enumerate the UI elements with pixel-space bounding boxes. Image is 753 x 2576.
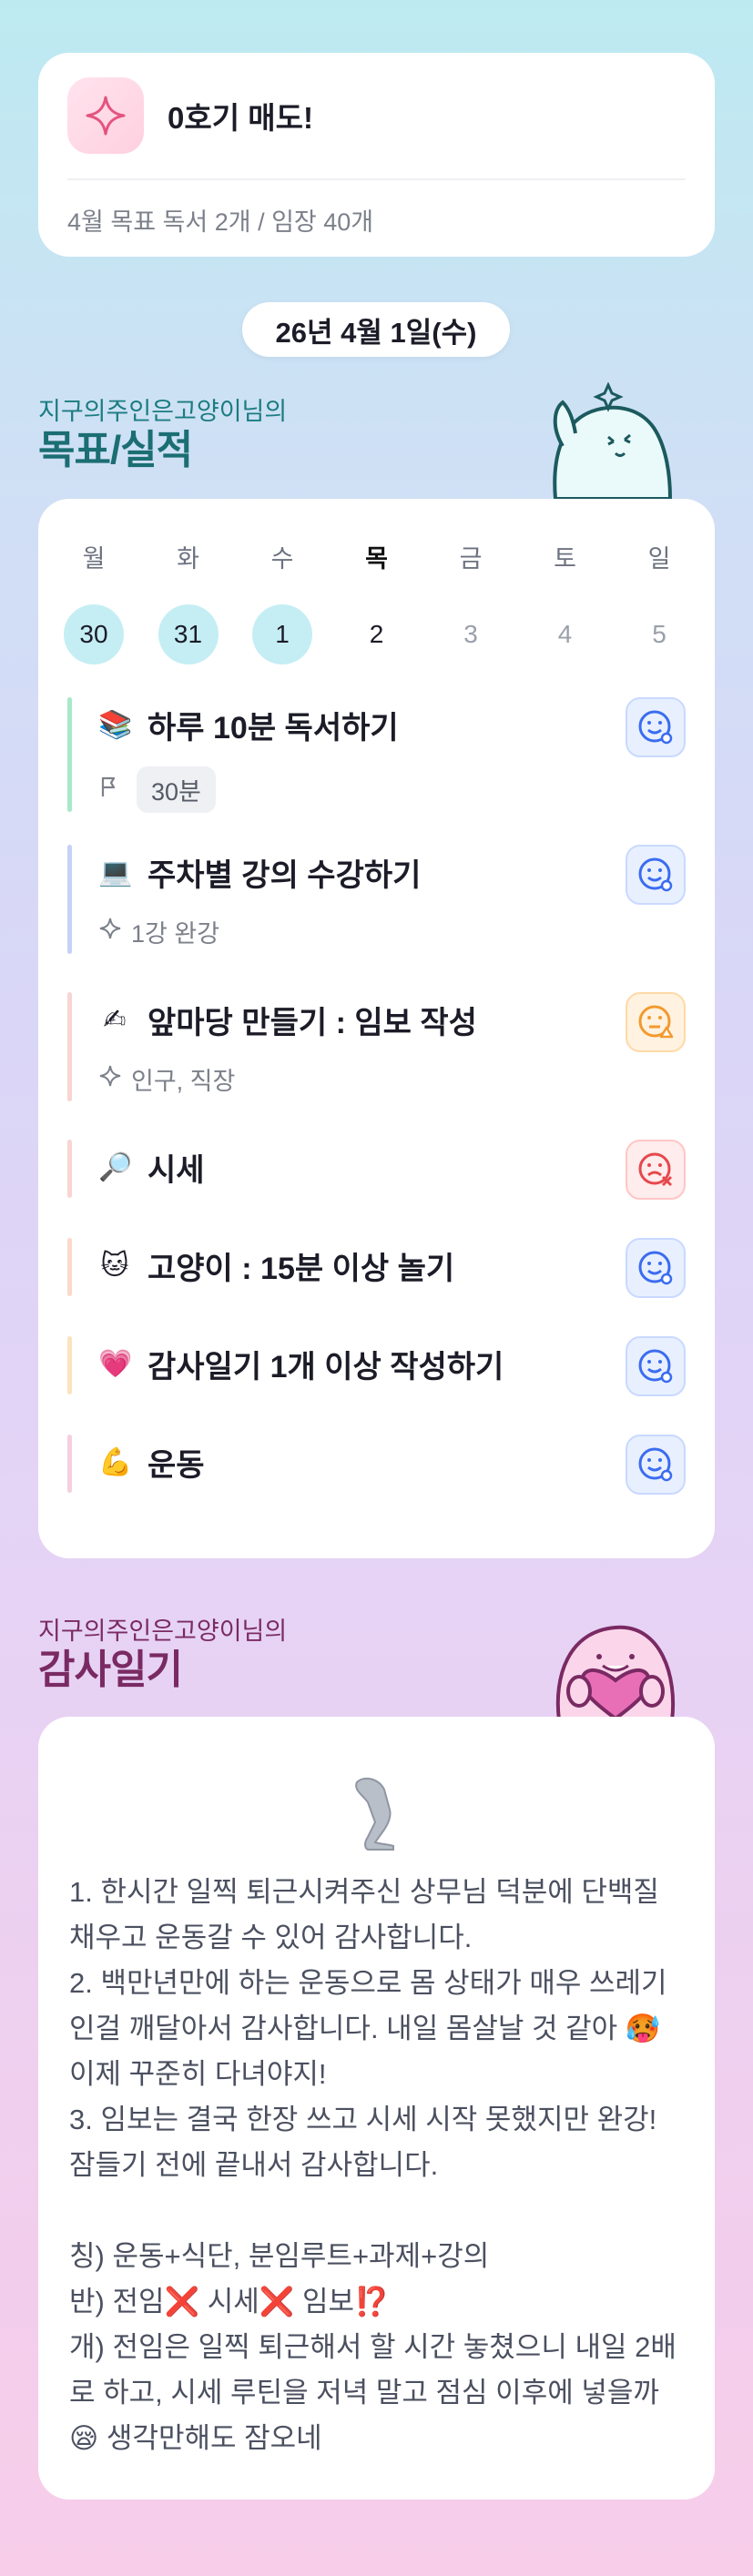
day-name: 화: [177, 545, 199, 573]
books-icon: 📚: [98, 709, 133, 740]
habit-item-cat[interactable]: 🐱 고양이 : 15분 이상 놀기: [67, 1238, 686, 1298]
habit-title-row: 💗 감사일기 1개 이상 작성하기: [98, 1336, 504, 1391]
habit-note: 인구, 직장: [131, 1068, 236, 1095]
cat-icon: 🐱: [100, 1250, 129, 1281]
gratitude-card[interactable]: 1. 한시간 일찍 퇴근시켜주신 상무님 덕분에 단백질 채우고 운동갈 수 있…: [38, 1717, 715, 2500]
habit-title-row: 🔎 시세: [98, 1140, 205, 1194]
habit-meta: 1강 완강: [98, 914, 219, 949]
habits-card: 월 30 화 31 수1 목2 금3 토4 일5 📚 하루 10분 독서하기 30분 …: [38, 499, 715, 1558]
day-name: 금: [459, 545, 483, 573]
habit-title-row: 🐱 고양이 : 15분 이상 놀기: [98, 1238, 454, 1293]
heart-icon: 💗: [98, 1348, 133, 1379]
habit-title: 시세: [148, 1152, 205, 1188]
habit-title: 고양이 : 15분 이상 놀기: [148, 1251, 455, 1286]
flag-icon: [98, 775, 122, 805]
sparkle-icon: [67, 77, 144, 154]
leg-icon: [348, 1770, 412, 1856]
day-sat[interactable]: 토4: [535, 541, 595, 664]
habit-target-chip: 30분: [137, 766, 216, 813]
day-tue[interactable]: 화 31: [158, 541, 219, 664]
habit-title-row: ✍ 앞마당 만들기 : 임보 작성: [98, 992, 477, 1047]
habit-color-bar: [67, 1238, 72, 1296]
day-number: 1: [252, 604, 312, 664]
heart-mascot-icon: [543, 1604, 688, 1727]
habits-section-title: 목표/실적: [38, 428, 193, 472]
gratitude-section-title: 감사일기: [38, 1648, 183, 1692]
magnifier-icon: 🔎: [98, 1151, 133, 1182]
date-selector[interactable]: 26년 4월 1일(수): [242, 302, 510, 357]
habit-title-row: 📚 하루 10분 독서하기: [98, 697, 399, 752]
habit-meta: 인구, 직장: [98, 1061, 235, 1097]
day-number: 4: [557, 620, 573, 648]
goal-subtitle: 4월 목표 독서 2개 / 임장 40개: [67, 208, 374, 236]
monthly-goal-card[interactable]: 0호기 매도! 4월 목표 독서 2개 / 임장 40개: [38, 53, 715, 257]
habit-title: 운동: [148, 1447, 205, 1483]
day-sun[interactable]: 일5: [629, 541, 689, 664]
status-warning-icon[interactable]: [626, 992, 686, 1052]
writing-hand-icon: ✍: [103, 1004, 127, 1035]
habit-title: 감사일기 1개 이상 작성하기: [148, 1349, 504, 1384]
sparkle-icon: [98, 917, 122, 947]
day-name: 목: [365, 545, 388, 573]
habit-item-exercise[interactable]: 💪 운동: [67, 1435, 686, 1495]
day-number: 30: [64, 604, 124, 664]
status-happy-icon[interactable]: [626, 845, 686, 905]
status-happy-icon[interactable]: [626, 697, 686, 757]
habit-color-bar: [67, 1140, 72, 1198]
habit-color-bar: [67, 845, 72, 954]
habit-color-bar: [67, 1435, 72, 1493]
habit-title-row: 💪 운동: [98, 1435, 205, 1489]
habit-item-lecture[interactable]: 💻 주차별 강의 수강하기 1강 완강: [67, 845, 686, 954]
cat-mascot-icon: [543, 381, 679, 505]
habit-title: 하루 10분 독서하기: [148, 710, 399, 745]
habit-note: 1강 완강: [131, 920, 220, 948]
habit-item-gratitude[interactable]: 💗 감사일기 1개 이상 작성하기: [67, 1336, 686, 1396]
status-happy-icon[interactable]: [626, 1435, 686, 1495]
status-happy-icon[interactable]: [626, 1336, 686, 1396]
habit-item-reading[interactable]: 📚 하루 10분 독서하기 30분: [67, 697, 686, 813]
day-wed[interactable]: 수1: [252, 541, 312, 664]
habit-item-report[interactable]: ✍ 앞마당 만들기 : 임보 작성 인구, 직장: [67, 992, 686, 1101]
habit-color-bar: [67, 697, 72, 812]
status-fail-icon[interactable]: [626, 1140, 686, 1200]
day-number: 5: [652, 620, 667, 648]
habit-color-bar: [67, 1336, 72, 1394]
habit-color-bar: [67, 992, 72, 1101]
day-name: 수: [270, 545, 294, 573]
day-number: 2: [369, 620, 384, 648]
day-name: 월: [82, 545, 106, 573]
day-fri[interactable]: 금3: [441, 541, 501, 664]
day-name: 일: [647, 545, 671, 573]
muscle-icon: 💪: [98, 1446, 133, 1477]
day-thu[interactable]: 목2: [347, 541, 407, 664]
day-mon[interactable]: 월 30: [64, 541, 124, 664]
sparkle-icon: [98, 1064, 122, 1094]
week-calendar: 월 30 화 31 수1 목2 금3 토4 일5: [64, 541, 689, 664]
habit-title: 앞마당 만들기 : 임보 작성: [148, 1005, 477, 1040]
habit-title: 주차별 강의 수강하기: [148, 857, 422, 893]
status-happy-icon[interactable]: [626, 1238, 686, 1298]
gratitude-body: 1. 한시간 일찍 퇴근시켜주신 상무님 덕분에 단백질 채우고 운동갈 수 있…: [69, 1876, 677, 2454]
goal-title: 0호기 매도!: [168, 101, 313, 135]
laptop-icon: 💻: [98, 857, 133, 887]
day-number: 3: [463, 620, 478, 648]
day-number: 31: [158, 604, 219, 664]
habit-item-price[interactable]: 🔎 시세: [67, 1140, 686, 1200]
habit-meta: 30분: [98, 766, 216, 813]
day-name: 토: [554, 545, 576, 573]
habit-title-row: 💻 주차별 강의 수강하기: [98, 845, 421, 899]
